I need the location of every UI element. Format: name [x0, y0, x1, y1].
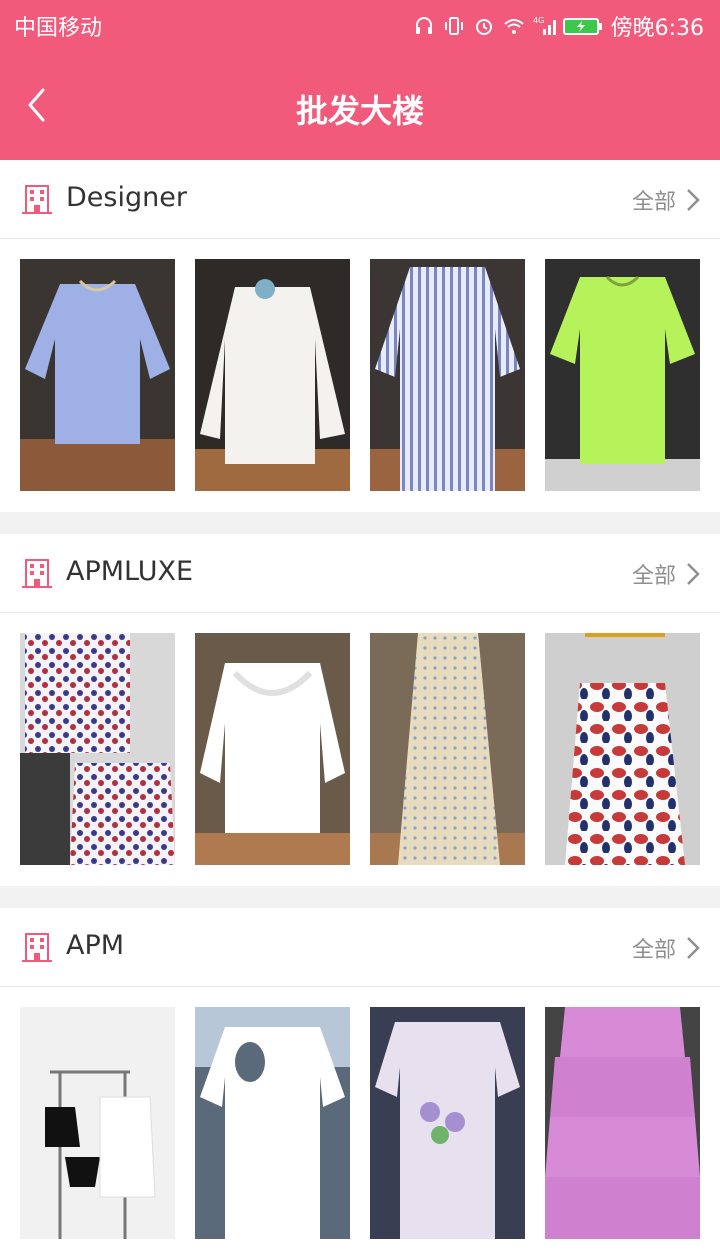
- product-thumb[interactable]: [370, 633, 525, 865]
- svg-text:4G: 4G: [533, 16, 544, 25]
- product-thumb[interactable]: [195, 259, 350, 491]
- carrier-label: 中国移动: [14, 16, 103, 41]
- chevron-right-icon: [684, 561, 702, 587]
- product-thumbnails: [0, 239, 720, 512]
- product-thumb[interactable]: [195, 633, 350, 865]
- section-header: APM 全部: [0, 908, 720, 987]
- view-all-link[interactable]: 全部: [632, 184, 702, 216]
- view-all-link[interactable]: 全部: [632, 558, 702, 590]
- pink-tiered-skirt-image: [545, 1007, 700, 1239]
- chevron-right-icon: [684, 935, 702, 961]
- product-thumb[interactable]: [545, 259, 700, 491]
- vibrate-icon: [443, 15, 465, 37]
- product-thumb[interactable]: [195, 1007, 350, 1239]
- page-title: 批发大楼: [295, 92, 424, 130]
- app-header: 批发大楼: [0, 50, 720, 160]
- product-thumb[interactable]: [20, 259, 175, 491]
- status-bar: 中国移动 4G 傍晚6:36: [0, 0, 720, 50]
- clock: 傍晚6:36: [610, 16, 704, 41]
- striped-shirt-image: [370, 259, 525, 491]
- white-shirt-image: [195, 259, 350, 491]
- print-top-set-image: [20, 633, 175, 865]
- floral-maxi-dress-image: [370, 633, 525, 865]
- building-icon: [20, 182, 54, 216]
- product-thumb[interactable]: [545, 633, 700, 865]
- building-icon: [20, 930, 54, 964]
- product-thumb[interactable]: [545, 1007, 700, 1239]
- product-thumb[interactable]: [370, 259, 525, 491]
- product-thumb[interactable]: [370, 1007, 525, 1239]
- headphones-icon: [413, 15, 435, 37]
- section-title: Designer: [66, 182, 187, 213]
- section-header: Designer 全部: [0, 160, 720, 239]
- alarm-icon: [473, 15, 495, 37]
- product-thumbnails: [0, 613, 720, 886]
- product-thumb[interactable]: [20, 1007, 175, 1239]
- view-all-link[interactable]: 全部: [632, 932, 702, 964]
- white-ruffle-top-image: [195, 633, 350, 865]
- lavender-print-tee-image: [370, 1007, 525, 1239]
- lime-tshirt-image: [545, 259, 700, 491]
- white-cutout-tee-image: [195, 1007, 350, 1239]
- wifi-icon: [503, 15, 525, 37]
- building-icon: [20, 556, 54, 590]
- signal-icon: 4G: [533, 15, 556, 37]
- swimsuit-rack-image: [20, 1007, 175, 1239]
- section-apmluxe: APMLUXE 全部: [0, 534, 720, 886]
- chevron-right-icon: [684, 187, 702, 213]
- product-thumb[interactable]: [20, 633, 175, 865]
- blue-blouse-image: [20, 259, 175, 491]
- section-title: APMLUXE: [66, 556, 194, 587]
- status-icons: 4G 傍晚6:36: [413, 10, 704, 42]
- section-title: APM: [66, 930, 125, 961]
- red-floral-dress-image: [545, 633, 700, 865]
- section-designer: Designer 全部: [0, 160, 720, 512]
- battery-icon: [562, 15, 603, 37]
- product-thumbnails: [0, 987, 720, 1260]
- section-header: APMLUXE 全部: [0, 534, 720, 613]
- section-apm: APM 全部: [0, 908, 720, 1260]
